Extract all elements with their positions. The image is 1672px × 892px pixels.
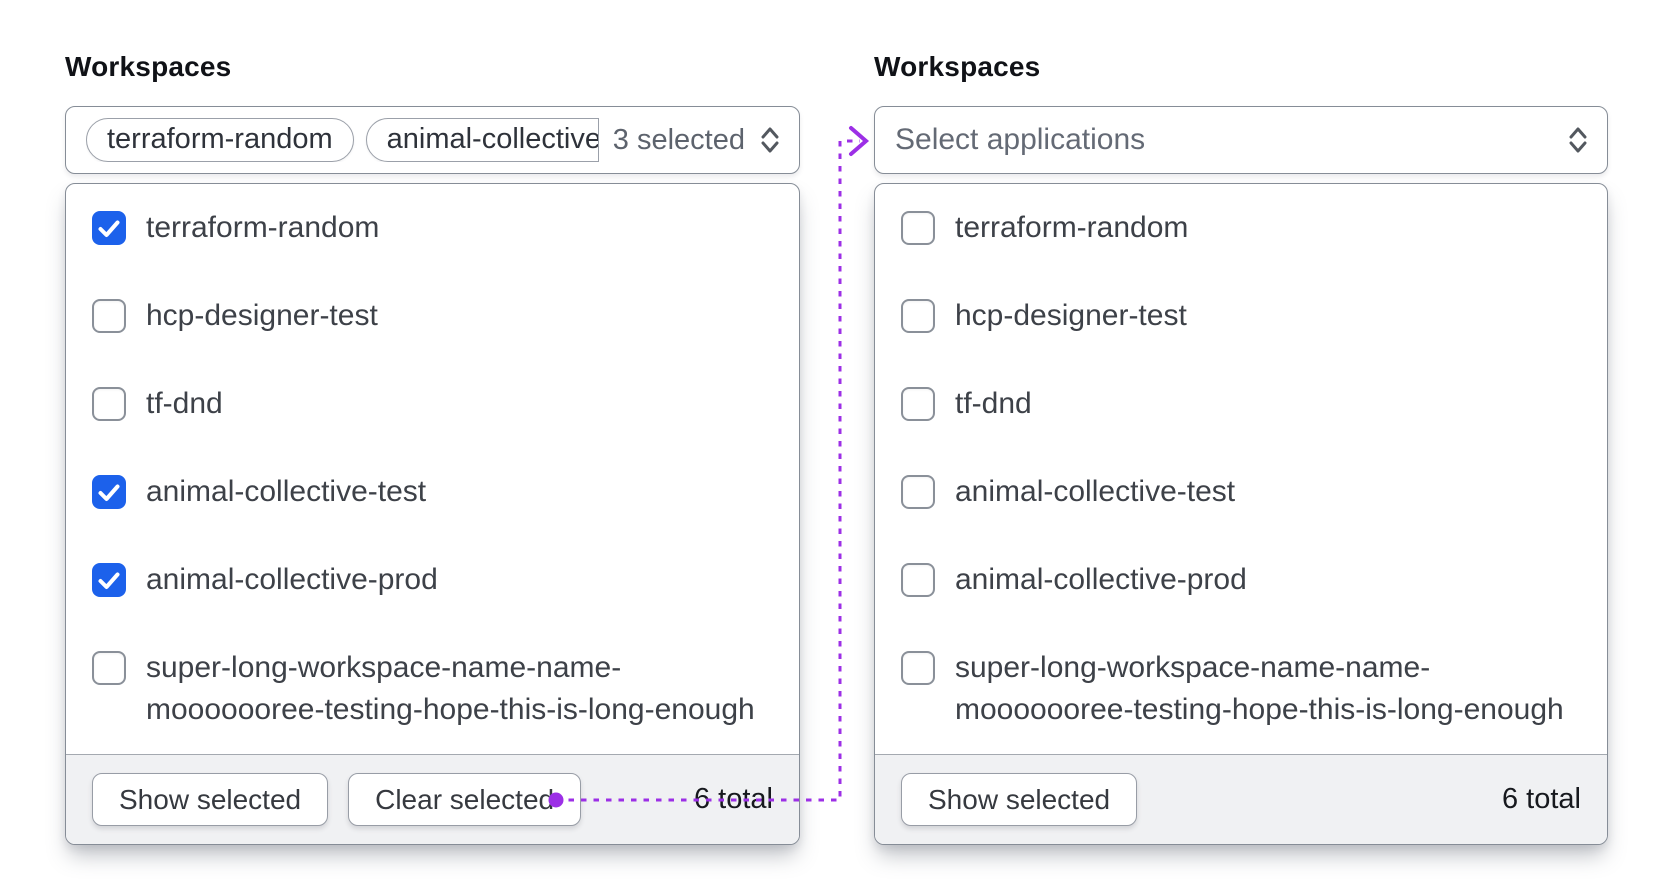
listbox-option[interactable]: super-long-workspace-name-name-moooooore… xyxy=(875,624,1607,754)
listbox-option[interactable]: tf-dnd xyxy=(875,360,1607,448)
checkbox-unchecked[interactable] xyxy=(92,387,126,421)
option-label: super-long-workspace-name-name-moooooore… xyxy=(146,651,755,726)
option-label: terraform-random xyxy=(955,211,1189,244)
footer-buttons: Show selected Clear selected xyxy=(92,773,582,826)
show-selected-button[interactable]: Show selected xyxy=(92,773,329,826)
checkbox-unchecked[interactable] xyxy=(901,563,935,597)
option-label: tf-dnd xyxy=(955,387,1032,420)
listbox-option[interactable]: animal-collective-prod xyxy=(66,536,799,624)
checkbox-unchecked[interactable] xyxy=(901,299,935,333)
option-label: tf-dnd xyxy=(146,387,223,420)
check-icon xyxy=(98,572,120,589)
selected-tags: terraform-random animal-collective xyxy=(86,118,599,162)
listbox: terraform-random hcp-designer-test tf-dnd a… xyxy=(874,183,1608,845)
listbox-footer: Show selected Clear selected 6 total xyxy=(66,754,799,844)
checkbox-checked[interactable] xyxy=(92,211,126,245)
check-icon xyxy=(98,484,120,501)
listbox-footer: Show selected 6 total xyxy=(875,754,1607,844)
option-label: hcp-designer-test xyxy=(955,299,1187,332)
option-label: animal-collective-test xyxy=(146,475,427,508)
total-count: 6 total xyxy=(1502,783,1581,815)
checkbox-checked[interactable] xyxy=(92,475,126,509)
listbox-option[interactable]: super-long-workspace-name-name-moooooore… xyxy=(66,624,799,754)
listbox-option[interactable]: tf-dnd xyxy=(66,360,799,448)
listbox-option[interactable]: hcp-designer-test xyxy=(875,272,1607,360)
selected-tag: animal-collective xyxy=(365,118,599,162)
check-icon xyxy=(98,220,120,237)
workspaces-select-panel: Workspaces Select applications terraform… xyxy=(874,50,1608,845)
show-selected-button[interactable]: Show selected xyxy=(901,773,1138,826)
select-trigger[interactable]: Select applications xyxy=(874,106,1608,174)
option-label: super-long-workspace-name-name-moooooore… xyxy=(955,651,1564,726)
checkbox-unchecked[interactable] xyxy=(901,475,935,509)
checkbox-unchecked[interactable] xyxy=(901,211,935,245)
clear-selected-button[interactable]: Clear selected xyxy=(348,773,582,826)
option-label: animal-collective-prod xyxy=(146,563,438,596)
option-label: animal-collective-prod xyxy=(955,563,1247,596)
selected-count: 3 selected xyxy=(612,123,745,156)
selected-tag: terraform-random xyxy=(86,118,354,162)
panel-label: Workspaces xyxy=(874,51,1041,82)
checkbox-checked[interactable] xyxy=(92,563,126,597)
listbox-option[interactable]: terraform-random xyxy=(875,184,1607,272)
caret-up-down-icon xyxy=(761,127,779,153)
panel-label: Workspaces xyxy=(65,51,232,82)
select-placeholder: Select applications xyxy=(895,123,1146,156)
footer-buttons: Show selected xyxy=(901,773,1138,826)
listbox-option[interactable]: animal-collective-test xyxy=(66,448,799,536)
annotation-arrowhead-icon xyxy=(849,126,870,156)
workspaces-select-panel: Workspaces terraform-random animal-collec… xyxy=(65,50,800,845)
option-label: animal-collective-test xyxy=(955,475,1236,508)
options-list: terraform-random hcp-designer-test tf-dnd a… xyxy=(66,184,799,754)
option-label: terraform-random xyxy=(146,211,380,244)
checkbox-unchecked[interactable] xyxy=(92,651,126,685)
options-list: terraform-random hcp-designer-test tf-dnd a… xyxy=(875,184,1607,754)
checkbox-unchecked[interactable] xyxy=(901,387,935,421)
listbox-option[interactable]: animal-collective-test xyxy=(875,448,1607,536)
total-count: 6 total xyxy=(694,783,773,815)
listbox-option[interactable]: hcp-designer-test xyxy=(66,272,799,360)
option-label: hcp-designer-test xyxy=(146,299,378,332)
listbox-option[interactable]: terraform-random xyxy=(66,184,799,272)
checkbox-unchecked[interactable] xyxy=(92,299,126,333)
listbox-option[interactable]: animal-collective-prod xyxy=(875,536,1607,624)
checkbox-unchecked[interactable] xyxy=(901,651,935,685)
listbox: terraform-random hcp-designer-test tf-dnd a… xyxy=(65,183,800,845)
select-trigger[interactable]: terraform-random animal-collective 3 sele… xyxy=(65,106,800,174)
caret-up-down-icon xyxy=(1569,127,1587,153)
